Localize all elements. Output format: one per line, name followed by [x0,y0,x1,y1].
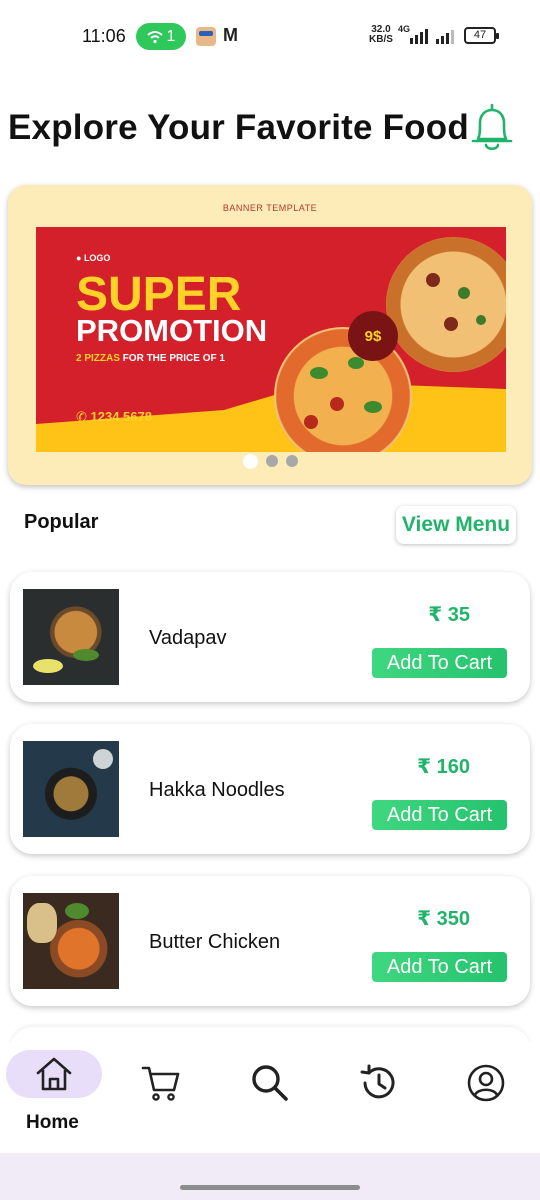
hotspot-indicator: 1 [136,23,186,50]
banner-offer-highlight: 2 PIZZAS [76,353,120,364]
food-image-butter-chicken [23,893,119,989]
nav-profile-button[interactable] [454,1051,518,1115]
cart-icon [141,1066,180,1101]
food-image-vadapav [23,589,119,685]
gmail-icon: M [223,25,238,45]
food-price: ₹ 350 [417,908,470,930]
banner-subheadline: PROMOTION [76,313,268,348]
network-speed-unit: KB/S [369,34,393,45]
signal-icon [410,28,428,44]
bottom-navigation: Home [0,1043,540,1153]
food-card[interactable]: Hakka Noodles ₹ 160 Add To Cart [10,724,530,854]
food-card[interactable]: Butter Chicken ₹ 350 Add To Cart [10,876,530,1006]
nav-search-button[interactable] [238,1051,302,1115]
add-to-cart-button[interactable]: Add To Cart [372,952,507,982]
system-gesture-area [0,1153,540,1200]
network-type: 4G [398,24,411,34]
hotspot-count: 1 [166,27,176,45]
banner-logo: ● LOGO [76,253,111,263]
search-icon [252,1065,288,1101]
gesture-handle[interactable] [180,1185,360,1190]
promo-banner-image[interactable]: ● LOGO SUPER PROMOTION 2 PIZZAS FOR THE … [36,227,506,452]
banner-price-badge: 9$ [348,311,398,361]
carousel-indicators [8,454,532,469]
view-menu-button[interactable]: View Menu [396,506,516,544]
food-price: ₹ 35 [428,604,470,626]
carousel-dot-1[interactable] [242,454,258,469]
nav-home-label[interactable]: Home [26,1112,79,1134]
nav-history-button[interactable] [346,1051,410,1115]
food-image-hakka-noodles [23,741,119,837]
battery-icon: 47 [464,27,499,44]
banner-offer: 2 PIZZAS FOR THE PRICE OF 1 [76,353,225,364]
signal-icon-2 [436,28,454,44]
network-speed: 32.0 KB/S [369,25,393,45]
banner-phone: ✆ 1234 5678 [76,409,152,424]
app-notification-icon [196,27,216,46]
nav-home-button[interactable] [6,1050,102,1098]
status-bar: 11:06 1 M 32.0 KB/S 4G 47 [0,0,540,72]
add-to-cart-button[interactable]: Add To Cart [372,800,507,830]
nav-cart-button[interactable] [129,1051,193,1115]
profile-icon [467,1064,505,1102]
banner-offer-text: FOR THE PRICE OF 1 [122,353,225,364]
food-name: Hakka Noodles [149,779,285,801]
banner-template-label: BANNER TEMPLATE [222,203,318,213]
wifi-icon [146,30,163,43]
history-icon [360,1064,395,1099]
status-time: 11:06 [82,26,126,46]
banner-headline: SUPER [76,268,242,321]
food-name: Butter Chicken [149,931,281,953]
banner-phone-number: 1234 5678 [90,409,152,424]
food-card[interactable]: Vadapav ₹ 35 Add To Cart [10,572,530,702]
banner-logo-text: LOGO [83,253,111,263]
carousel-dot-2[interactable] [265,455,278,467]
promo-banner-carousel[interactable]: BANNER TEMPLATE ● LOGO SUPER PROMOTION 2… [8,185,532,485]
add-to-cart-button[interactable]: Add To Cart [372,648,507,678]
food-price: ₹ 160 [417,756,470,778]
food-name: Vadapav [149,627,227,649]
bell-icon[interactable] [468,101,516,155]
popular-heading: Popular [24,511,99,533]
page-title: Explore Your Favorite Food [8,108,469,147]
home-icon [36,1057,72,1091]
pizza-image-top [386,237,506,372]
carousel-dot-3[interactable] [285,455,298,467]
